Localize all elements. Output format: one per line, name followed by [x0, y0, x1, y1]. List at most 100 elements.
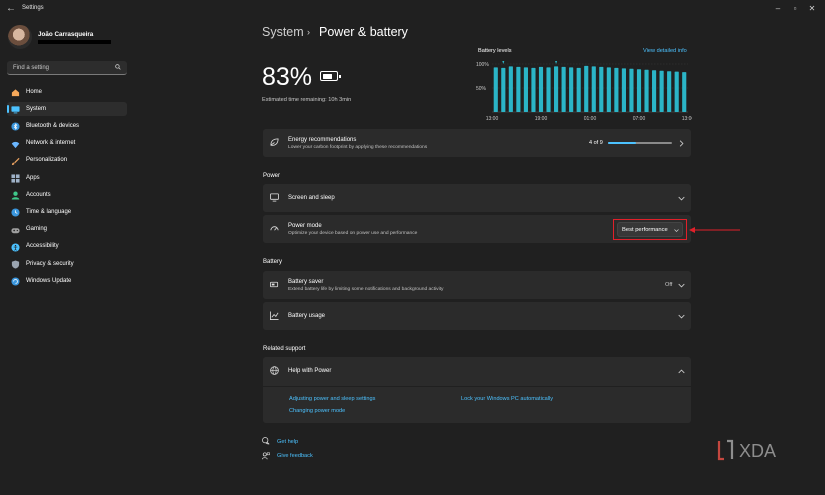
- sidebar-item-bluetooth-devices[interactable]: Bluetooth & devices: [7, 119, 127, 133]
- apps-icon: [11, 174, 20, 183]
- sidebar-item-gaming[interactable]: Gaming: [7, 223, 127, 237]
- battery-level-bar[interactable]: [508, 66, 513, 112]
- chevron-up-icon: [678, 369, 685, 374]
- link-changing-power-mode[interactable]: Changing power mode: [289, 408, 345, 414]
- charging-marker-icon: [502, 61, 505, 64]
- avatar[interactable]: [8, 25, 32, 49]
- give-feedback-link[interactable]: Give feedback: [277, 453, 313, 459]
- battery-level-bar[interactable]: [516, 66, 521, 112]
- monitor-sleep-icon: [270, 193, 279, 202]
- chevron-down-icon: [678, 196, 685, 201]
- chevron-right-icon: [679, 140, 684, 147]
- battery-level-bar[interactable]: [636, 69, 642, 112]
- battery-usage-title: Battery usage: [288, 313, 326, 319]
- sidebar-item-label: Personalization: [26, 157, 68, 164]
- sidebar-item-label: Home: [26, 88, 43, 95]
- help-icon: [262, 437, 270, 445]
- globe-clock-icon: [11, 208, 20, 217]
- x-tick-label: 13:00: [682, 116, 692, 122]
- battery-level-bar[interactable]: [501, 67, 506, 112]
- battery-level-bar[interactable]: [561, 66, 566, 112]
- battery-level-bar[interactable]: [538, 66, 544, 112]
- back-arrow-icon[interactable]: ←: [5, 3, 17, 15]
- brush-icon: [11, 157, 20, 165]
- screen-sleep-card[interactable]: Screen and sleep: [263, 184, 691, 212]
- network-icon: [11, 141, 20, 148]
- battery-level-bar[interactable]: [606, 67, 611, 112]
- globe-icon: [270, 366, 279, 375]
- sidebar-item-accessibility[interactable]: Accessibility: [7, 240, 127, 254]
- battery-level-bar[interactable]: [531, 67, 536, 112]
- redacted-email: [38, 40, 111, 44]
- battery-level-bar[interactable]: [652, 70, 657, 112]
- xda-text: XDA: [739, 441, 776, 461]
- sidebar-item-apps[interactable]: Apps: [7, 171, 127, 185]
- help-with-power-header[interactable]: Help with Power: [263, 357, 691, 385]
- battery-icon: [320, 71, 341, 81]
- chevron-down-icon: [678, 283, 685, 288]
- sidebar-item-label: Accounts: [26, 191, 51, 198]
- sidebar-item-label: Accessibility: [26, 243, 59, 250]
- breadcrumb-system[interactable]: System: [262, 25, 304, 39]
- sidebar-item-label: System: [26, 105, 47, 112]
- search-input[interactable]: Find a setting: [7, 61, 127, 75]
- battery-level-bar[interactable]: [584, 65, 589, 112]
- window-title: Settings: [22, 5, 44, 11]
- link-lock-pc-automatically[interactable]: Lock your Windows PC automatically: [461, 396, 553, 402]
- battery-level-bar[interactable]: [554, 66, 559, 112]
- battery-level-bar[interactable]: [599, 66, 604, 112]
- battery-level-bar[interactable]: [682, 72, 687, 112]
- battery-level-bar[interactable]: [629, 68, 634, 112]
- view-detailed-info-link[interactable]: View detailed info: [643, 48, 687, 54]
- sidebar-item-system[interactable]: System: [7, 102, 127, 117]
- search-icon: [115, 64, 121, 70]
- battery-level-bar[interactable]: [621, 68, 626, 112]
- battery-level-bar[interactable]: [576, 67, 581, 112]
- battery-saver-status: Off: [665, 282, 673, 288]
- battery-level-bar[interactable]: [569, 67, 574, 112]
- recommendations-count: 4 of 9: [589, 140, 603, 146]
- bluetooth-icon: [11, 122, 20, 131]
- battery-usage-card[interactable]: Battery usage: [263, 302, 691, 330]
- section-battery: Battery: [263, 259, 283, 265]
- power-mode-title: Power mode: [288, 223, 322, 229]
- page-title: Power & battery: [319, 25, 408, 39]
- chart-line-icon: [270, 311, 279, 320]
- battery-level-bar[interactable]: [659, 70, 664, 112]
- sidebar-item-accounts[interactable]: Accounts: [7, 188, 127, 202]
- close-icon[interactable]: ✕: [805, 3, 819, 15]
- battery-level-bar[interactable]: [523, 67, 528, 112]
- battery-level-bar[interactable]: [546, 67, 551, 112]
- sidebar-item-privacy-security[interactable]: Privacy & security: [7, 257, 127, 271]
- battery-level-bar[interactable]: [644, 69, 649, 112]
- sidebar-item-label: Windows Update: [26, 277, 72, 284]
- x-tick-label: 07:00: [633, 116, 646, 122]
- y-tick-label: 50%: [476, 86, 487, 92]
- battery-level-bar[interactable]: [493, 67, 498, 112]
- x-tick-label: 13:00: [486, 116, 499, 122]
- sidebar-item-label: Time & language: [26, 208, 72, 215]
- sidebar-item-network-internet[interactable]: Network & internet: [7, 137, 127, 151]
- energy-subtitle: Lower your carbon footprint by applying …: [288, 145, 428, 150]
- shield-icon: [11, 260, 20, 269]
- sidebar-item-windows-update[interactable]: Windows Update: [7, 274, 127, 288]
- link-adjusting-power-sleep[interactable]: Adjusting power and sleep settings: [289, 396, 375, 402]
- sidebar-item-personalization[interactable]: Personalization: [7, 154, 127, 168]
- system-icon: [11, 106, 20, 114]
- sidebar-item-time-language[interactable]: Time & language: [7, 205, 127, 219]
- battery-level-bar[interactable]: [614, 67, 619, 112]
- battery-saver-card[interactable]: Battery saver Extend battery life by lim…: [263, 271, 691, 299]
- minimize-icon[interactable]: –: [771, 3, 785, 15]
- get-help-link[interactable]: Get help: [277, 439, 298, 445]
- sidebar-item-home[interactable]: Home: [7, 85, 127, 99]
- maximize-icon[interactable]: ▫: [788, 3, 802, 15]
- x-tick-label: 01:00: [584, 116, 597, 122]
- battery-saver-subtitle: Extend battery life by limiting some not…: [288, 287, 444, 292]
- battery-level-bar[interactable]: [591, 66, 596, 112]
- battery-level-bar[interactable]: [667, 71, 672, 112]
- power-mode-icon: [270, 226, 279, 231]
- feedback-icon: [262, 452, 270, 460]
- search-placeholder: Find a setting: [13, 64, 50, 71]
- battery-level-bar[interactable]: [674, 71, 679, 112]
- red-arrow-annotation: [689, 227, 740, 233]
